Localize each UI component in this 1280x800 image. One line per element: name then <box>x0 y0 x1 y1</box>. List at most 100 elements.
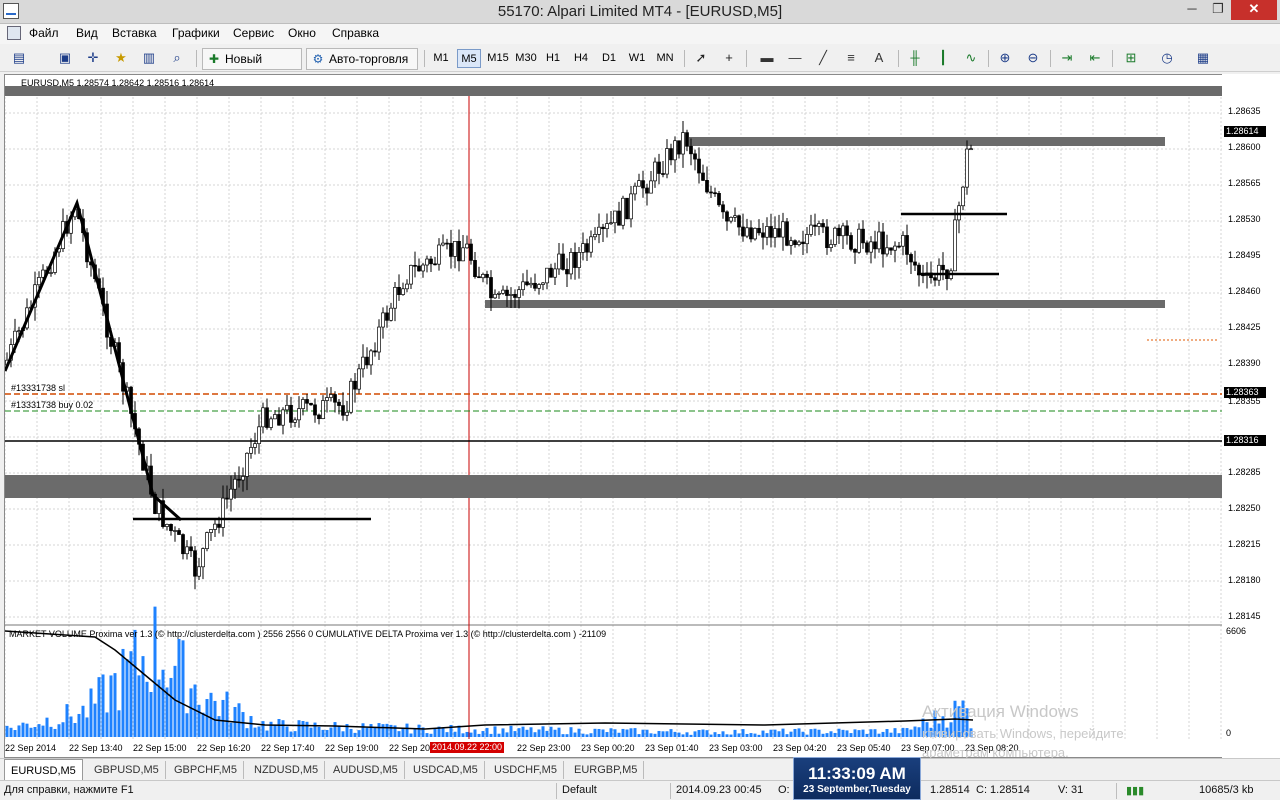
volume-bar <box>145 681 149 737</box>
candlestick-icon[interactable]: ┃ <box>934 49 952 67</box>
candle-body <box>453 240 457 257</box>
horizontal-line-icon[interactable]: — <box>786 49 804 67</box>
volume-bar <box>765 733 769 737</box>
cursor-icon[interactable]: ➚ <box>692 49 710 67</box>
tf-m30[interactable]: M30 <box>513 49 539 68</box>
channel-icon[interactable]: ≡ <box>842 49 860 67</box>
candle-body <box>193 550 197 577</box>
tab-audusd[interactable]: AUDUSD,M5 <box>327 761 405 779</box>
templates-icon[interactable]: ▦ <box>1194 49 1212 67</box>
trendline-icon[interactable]: ╱ <box>814 49 832 67</box>
crosshair-tool-icon[interactable]: + <box>720 49 738 67</box>
candle-body <box>485 274 489 278</box>
price-axis[interactable]: 1.28635 1.28614 1.28600 1.28565 1.28530 … <box>1222 74 1280 758</box>
close-button[interactable]: ✕ <box>1231 0 1277 20</box>
candle-body <box>733 215 737 218</box>
volume-bar <box>9 727 13 737</box>
document-icon[interactable] <box>7 26 21 40</box>
new-chart-icon[interactable]: ▤ <box>10 49 28 67</box>
favorites-icon[interactable]: ★ <box>112 49 130 67</box>
tab-eurgbp[interactable]: EURGBP,M5 <box>568 761 645 779</box>
status-datetime: 2014.09.23 00:45 <box>676 784 762 796</box>
tf-m5[interactable]: M5 <box>457 49 481 68</box>
text-tool-icon[interactable]: A <box>870 49 888 67</box>
connection-icon: ▮▮▮ <box>1126 785 1145 797</box>
tf-m1[interactable]: M1 <box>429 49 453 68</box>
volume-bar <box>301 721 305 737</box>
price-tick: 1.28285 <box>1228 467 1261 477</box>
chart-shift-icon[interactable]: ⇤ <box>1086 49 1104 67</box>
volume-bar <box>57 724 61 737</box>
tab-nzdusd[interactable]: NZDUSD,M5 <box>248 761 326 779</box>
price-chart[interactable] <box>5 75 1223 757</box>
tab-usdchf[interactable]: USDCHF,M5 <box>488 761 564 779</box>
menu-window[interactable]: Окно <box>288 26 316 40</box>
menu-view[interactable]: Вид <box>76 26 98 40</box>
candle-body <box>497 292 501 295</box>
candle-body <box>653 161 657 182</box>
tf-h4[interactable]: H4 <box>569 49 593 68</box>
volume-bar <box>909 729 913 737</box>
tf-w1[interactable]: W1 <box>625 49 649 68</box>
candle-body <box>269 418 273 428</box>
window-title: 55170: Alpari Limited MT4 - [EURUSD,M5] <box>497 3 783 20</box>
zoom-in-icon[interactable]: ⊕ <box>996 49 1014 67</box>
volume-bar <box>757 734 761 737</box>
zoom-out-icon[interactable]: ⊖ <box>1024 49 1042 67</box>
volume-bar <box>221 699 225 737</box>
tf-mn[interactable]: MN <box>653 49 677 68</box>
help-text: Для справки, нажмите F1 <box>4 784 134 796</box>
volume-bar <box>501 728 505 737</box>
price-tick: 1.28530 <box>1228 214 1261 224</box>
candle-body <box>849 235 853 250</box>
periods-icon[interactable]: ◷ <box>1158 49 1176 67</box>
chart-window[interactable]: EURUSD,M5 1.28574 1.28642 1.28516 1.2861… <box>4 74 1226 758</box>
volume-bar <box>313 722 317 737</box>
tf-d1[interactable]: D1 <box>597 49 621 68</box>
autoscroll-icon[interactable]: ⇥ <box>1058 49 1076 67</box>
profiles-icon[interactable]: ▣ <box>56 49 74 67</box>
tf-m15[interactable]: M15 <box>485 49 511 68</box>
volume-bar <box>661 731 665 737</box>
minimize-button[interactable]: ─ <box>1178 0 1206 20</box>
volume-bar <box>649 733 653 737</box>
candle-body <box>869 241 873 253</box>
volume-bar <box>105 712 109 737</box>
indicators-icon[interactable]: ⊞ <box>1122 49 1140 67</box>
volume-bar <box>317 726 321 737</box>
candle-body <box>325 397 329 401</box>
menu-file[interactable]: Файл <box>29 26 59 40</box>
crosshair-icon[interactable]: ✛ <box>84 49 102 67</box>
candle-body <box>257 426 261 445</box>
menu-charts[interactable]: Графики <box>172 26 220 40</box>
candle-body <box>609 222 613 225</box>
zoom-window-icon[interactable]: ⌕ <box>168 49 186 67</box>
tab-eurusd[interactable]: EURUSD,M5 <box>4 759 83 781</box>
tab-gbpchf[interactable]: GBPCHF,M5 <box>168 761 244 779</box>
new-order-button[interactable]: ✚ Новый Ордер <box>202 48 302 86</box>
rectangle-tool-icon[interactable]: ▬ <box>758 49 776 67</box>
bar-chart-icon[interactable]: ╫ <box>906 49 924 67</box>
navigator-icon[interactable]: ▥ <box>140 49 158 67</box>
candle-body <box>565 269 569 275</box>
line-chart-icon[interactable]: ∿ <box>962 49 980 67</box>
volume-bar <box>417 724 421 737</box>
menu-help[interactable]: Справка <box>332 26 379 40</box>
menu-insert[interactable]: Вставка <box>112 26 157 40</box>
autotrading-button[interactable]: ⚙ Авто-торговля <box>306 48 418 70</box>
candle-body <box>361 356 365 370</box>
tab-gbpusd[interactable]: GBPUSD,M5 <box>88 761 166 779</box>
menu-tools[interactable]: Сервис <box>233 26 274 40</box>
tf-h1[interactable]: H1 <box>541 49 565 68</box>
volume-bar <box>321 729 325 737</box>
time-label: 23 Sep 01:40 <box>645 743 699 753</box>
volume-bar <box>393 725 397 737</box>
candle-body <box>513 294 517 298</box>
volume-bar <box>845 730 849 737</box>
candle-body <box>885 247 889 255</box>
candle-body <box>441 242 445 246</box>
tab-usdcad[interactable]: USDCAD,M5 <box>407 761 485 779</box>
candle-body <box>225 497 229 500</box>
candle-body <box>901 235 905 247</box>
restore-button[interactable]: ❐ <box>1204 0 1232 20</box>
